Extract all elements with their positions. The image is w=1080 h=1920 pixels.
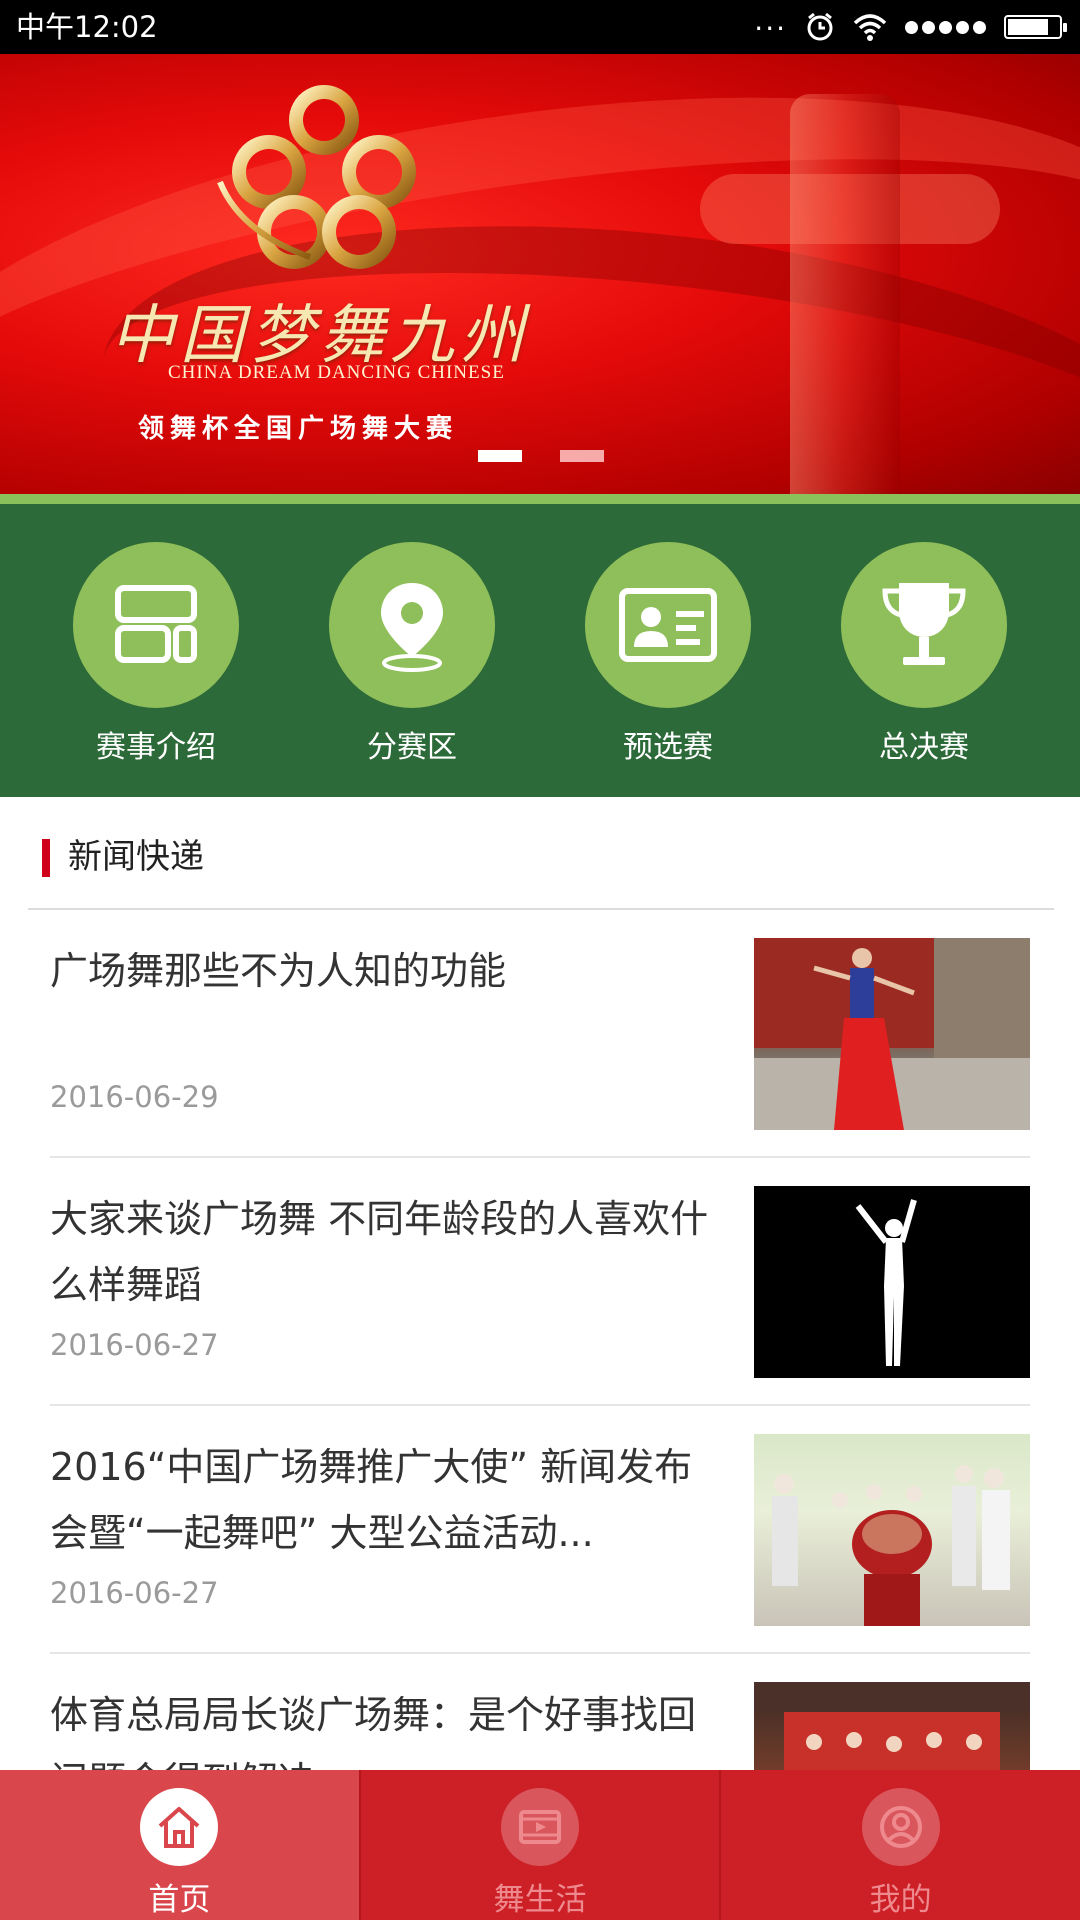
status-icons: ...	[754, 0, 1067, 54]
status-time: 中午12:02	[16, 10, 158, 44]
menu-icon-circle	[329, 542, 495, 708]
news-title: 广场舞那些不为人知的功能	[50, 949, 507, 993]
more-dots-icon: ...	[754, 4, 787, 37]
location-pin-icon	[381, 583, 443, 672]
trophy-icon	[882, 583, 966, 665]
carousel-dot-1[interactable]	[478, 450, 522, 462]
news-item[interactable]: 大家来谈广场舞 不同年龄段的人喜欢什么样舞蹈 2016-06-27	[50, 1158, 1030, 1406]
tab-label: 舞生活	[493, 1882, 587, 1918]
carousel-dot-2[interactable]	[560, 450, 604, 462]
menu-item-preliminary[interactable]: 预选赛	[540, 542, 796, 768]
news-section-header: 新闻快递	[0, 797, 1080, 910]
battery-icon	[1004, 15, 1067, 39]
signal-icon	[905, 20, 986, 34]
news-date: 2016-06-29	[50, 1080, 219, 1114]
news-thumbnail	[754, 1434, 1030, 1626]
banner-subtitle: 领舞杯全国广场舞大赛	[138, 414, 459, 444]
menu-label: 赛事介绍	[96, 730, 216, 765]
section-accent-bar	[42, 839, 50, 877]
category-menu: 赛事介绍 分赛区 预选赛 总决赛	[0, 494, 1080, 797]
home-icon	[158, 1807, 200, 1848]
user-profile-icon	[879, 1806, 922, 1848]
event-logo-icon	[217, 85, 416, 269]
wifi-icon	[853, 14, 887, 41]
press-event-photo	[772, 1465, 1010, 1626]
menu-item-division[interactable]: 分赛区	[284, 542, 540, 768]
menu-item-intro[interactable]: 赛事介绍	[28, 542, 284, 768]
news-thumbnail	[754, 938, 1030, 1130]
tab-label: 首页	[148, 1882, 211, 1918]
status-bar: 中午12:02 ...	[0, 0, 1080, 54]
menu-label: 预选赛	[623, 730, 713, 765]
menu-label: 总决赛	[879, 730, 969, 765]
news-item[interactable]: 2016“中国广场舞推广大使” 新闻发布会暨“一起舞吧” 大型公益活动... 2…	[50, 1406, 1030, 1654]
banner-title-en: CHINA DREAM DANCING CHINESE	[168, 362, 505, 383]
film-play-icon	[519, 1810, 561, 1844]
dancer-photo	[754, 938, 1030, 1130]
menu-label: 分赛区	[367, 730, 457, 765]
menu-icon-circle	[73, 542, 239, 708]
banner-carousel[interactable]: 中国梦舞九州 CHINA DREAM DANCING CHINESE 领舞杯全国…	[0, 54, 1080, 494]
news-title: 2016“中国广场舞推广大使” 新闻发布会暨“一起舞吧” 大型公益活动...	[50, 1445, 693, 1555]
tab-icon-circle	[140, 1788, 219, 1866]
tab-icon-circle	[861, 1788, 940, 1866]
tab-home[interactable]: 首页	[0, 1770, 359, 1920]
section-title: 新闻快递	[68, 837, 204, 877]
tab-mine[interactable]: 我的	[719, 1770, 1080, 1920]
news-date: 2016-06-27	[50, 1328, 219, 1362]
news-date: 2016-06-27	[50, 1576, 219, 1610]
menu-icon-circle	[841, 542, 1007, 708]
tab-icon-circle	[501, 1788, 579, 1866]
news-title: 大家来谈广场舞 不同年龄段的人喜欢什么样舞蹈	[50, 1197, 709, 1307]
menu-item-final[interactable]: 总决赛	[796, 542, 1052, 768]
id-card-icon	[619, 588, 717, 662]
silhouette-photo	[855, 1199, 917, 1366]
huabiao-pillar	[790, 94, 900, 494]
news-thumbnail	[754, 1186, 1030, 1378]
layout-grid-icon	[115, 585, 197, 663]
news-item[interactable]: 广场舞那些不为人知的功能 2016-06-29	[50, 910, 1030, 1158]
tab-dance-life[interactable]: 舞生活	[358, 1770, 720, 1920]
carousel-indicator	[478, 450, 604, 462]
menu-icon-circle	[585, 542, 751, 708]
tab-label: 我的	[869, 1882, 932, 1918]
bottom-nav: 首页 舞生活 我的	[0, 1770, 1080, 1920]
alarm-icon	[807, 12, 833, 41]
